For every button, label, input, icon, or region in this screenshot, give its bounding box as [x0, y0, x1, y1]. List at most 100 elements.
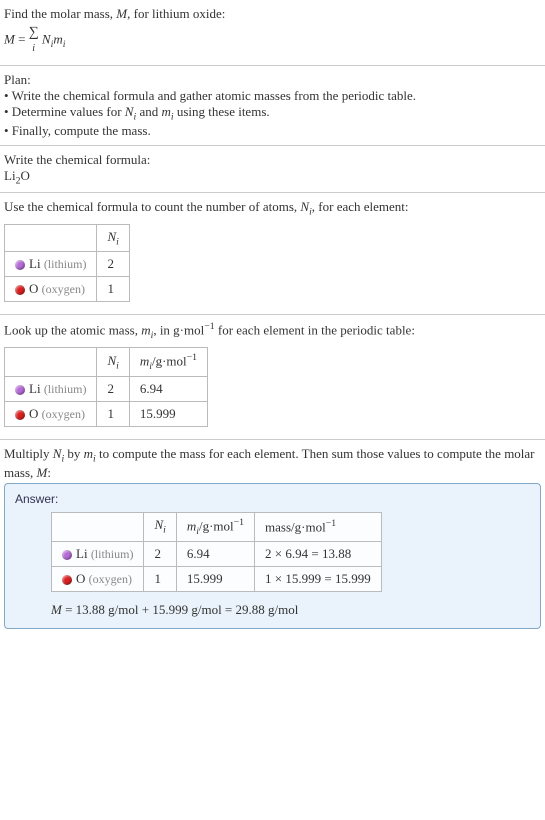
element-dot-icon	[15, 285, 25, 295]
cell-n: 2	[144, 541, 176, 566]
cell-mass: 15.999	[129, 402, 207, 427]
count-pre: Use the chemical formula to count the nu…	[4, 199, 300, 214]
final-eq: = 13.88 g/mol + 15.999 g/mol = 29.88 g/m…	[62, 602, 299, 617]
elem-name: (oxygen)	[42, 407, 85, 421]
hdr-N: N	[107, 229, 116, 244]
count-N: N	[300, 199, 309, 214]
lookup-pre: Look up the atomic mass,	[4, 323, 141, 338]
cell-n: 1	[144, 566, 176, 591]
eq-M: M	[4, 31, 15, 46]
count-atoms-section: Use the chemical formula to count the nu…	[0, 193, 545, 315]
hdr-empty	[5, 224, 97, 252]
elem-name: (oxygen)	[42, 282, 85, 296]
elem-sym: Li	[29, 381, 41, 396]
table-row: O (oxygen) 1	[5, 277, 130, 302]
cell-calc: 1 × 15.999 = 15.999	[255, 566, 382, 591]
plan-bullet-3: • Finally, compute the mass.	[4, 123, 541, 139]
table-row: O (oxygen) 1 15.999	[5, 402, 208, 427]
plan-b2-m: m	[161, 104, 170, 119]
element-dot-icon	[15, 410, 25, 420]
hdr-mass-exp: −1	[326, 518, 336, 529]
molar-mass-equation: M = ∑ i Nimi	[4, 24, 541, 57]
hdr-unit-exp: −1	[234, 517, 244, 528]
answer-box: Answer: Ni mi/g·mol−1 mass/g·mol−1 Li (l…	[4, 483, 541, 629]
elem-name: (lithium)	[44, 382, 87, 396]
cell-element: O (oxygen)	[52, 566, 144, 591]
answer-table: Ni mi/g·mol−1 mass/g·mol−1 Li (lithium) …	[51, 512, 382, 592]
lookup-text: Look up the atomic mass, mi, in g·mol−1 …	[4, 321, 541, 341]
eq-mi-i: i	[63, 39, 66, 50]
hdr-empty	[5, 348, 97, 377]
intro-text-pre: Find the molar mass,	[4, 6, 116, 21]
hdr-Ni: Ni	[97, 348, 129, 377]
element-dot-icon	[15, 260, 25, 270]
count-atoms-text: Use the chemical formula to count the nu…	[4, 199, 541, 218]
plan-bullet-1: • Write the chemical formula and gather …	[4, 88, 541, 104]
hdr-unit-exp: −1	[187, 352, 197, 363]
hdr-mass-pre: mass/g·mol	[265, 519, 326, 534]
intro-section: Find the molar mass, M, for lithium oxid…	[0, 0, 545, 66]
eq-equals: =	[15, 31, 29, 46]
plan-section: Plan: • Write the chemical formula and g…	[0, 66, 545, 146]
table-row: O (oxygen) 1 15.999 1 × 15.999 = 15.999	[52, 566, 382, 591]
hdr-unit: /g·mol	[199, 518, 234, 533]
plan-b2-and: and	[136, 104, 161, 119]
eq-Ni-N: N	[42, 31, 51, 46]
table-row: Li (lithium) 2 6.94 2 × 6.94 = 13.88	[52, 541, 382, 566]
cell-element: O (oxygen)	[5, 277, 97, 302]
elem-sym: O	[29, 281, 38, 296]
multiply-text: Multiply Ni by mi to compute the mass fo…	[4, 446, 541, 481]
chem-formula-section: Write the chemical formula: Li2O	[0, 146, 545, 194]
answer-title: Answer:	[15, 492, 530, 506]
chem-formula: Li2O	[4, 168, 541, 187]
cell-mass: 6.94	[176, 541, 254, 566]
lookup-section: Look up the atomic mass, mi, in g·mol−1 …	[0, 315, 545, 440]
hdr-m: m	[187, 518, 196, 533]
cell-n: 2	[97, 377, 129, 402]
intro-M: M	[116, 6, 127, 21]
elem-sym: O	[29, 406, 38, 421]
hdr-N: N	[154, 517, 163, 532]
mul-by: by	[64, 446, 84, 461]
elem-name: (oxygen)	[89, 572, 132, 586]
lookup-mid: , in g·mol	[153, 323, 204, 338]
hdr-empty	[52, 512, 144, 541]
elem-name: (lithium)	[91, 547, 134, 561]
table-header-row: Ni	[5, 224, 130, 252]
hdr-i: i	[163, 525, 166, 536]
plan-title: Plan:	[4, 72, 541, 88]
eq-sum-sign: ∑	[29, 25, 39, 40]
cell-element: Li (lithium)	[5, 252, 97, 277]
answer-section: Multiply Ni by mi to compute the mass fo…	[0, 440, 545, 635]
hdr-mass: mass/g·mol−1	[255, 512, 382, 541]
mul-m: m	[84, 446, 93, 461]
lookup-post: for each element in the periodic table:	[215, 323, 415, 338]
elem-sym: O	[76, 571, 85, 586]
table-header-row: Ni mi/g·mol−1 mass/g·mol−1	[52, 512, 382, 541]
hdr-N: N	[107, 353, 116, 368]
lookup-table: Ni mi/g·mol−1 Li (lithium) 2 6.94 O (oxy…	[4, 347, 208, 427]
lookup-m: m	[141, 323, 150, 338]
final-M: M	[51, 602, 62, 617]
hdr-m: m	[140, 354, 149, 369]
hdr-Ni: Ni	[144, 512, 176, 541]
lookup-exp: −1	[204, 321, 214, 332]
element-dot-icon	[62, 550, 72, 560]
cell-element: Li (lithium)	[5, 377, 97, 402]
elem-sym: Li	[29, 256, 41, 271]
intro-line: Find the molar mass, M, for lithium oxid…	[4, 6, 541, 22]
cell-n: 1	[97, 402, 129, 427]
plan-bullet-2: • Determine values for Ni and mi using t…	[4, 104, 541, 123]
chem-Li: Li	[4, 168, 16, 183]
hdr-mi: mi/g·mol−1	[129, 348, 207, 377]
eq-mi-m: m	[53, 31, 62, 46]
element-dot-icon	[62, 575, 72, 585]
table-row: Li (lithium) 2 6.94	[5, 377, 208, 402]
final-molar-mass: M = 13.88 g/mol + 15.999 g/mol = 29.88 g…	[51, 602, 530, 618]
cell-calc: 2 × 6.94 = 13.88	[255, 541, 382, 566]
hdr-i: i	[116, 361, 119, 372]
cell-element: O (oxygen)	[5, 402, 97, 427]
chem-formula-title: Write the chemical formula:	[4, 152, 541, 168]
cell-element: Li (lithium)	[52, 541, 144, 566]
hdr-i: i	[116, 236, 119, 247]
